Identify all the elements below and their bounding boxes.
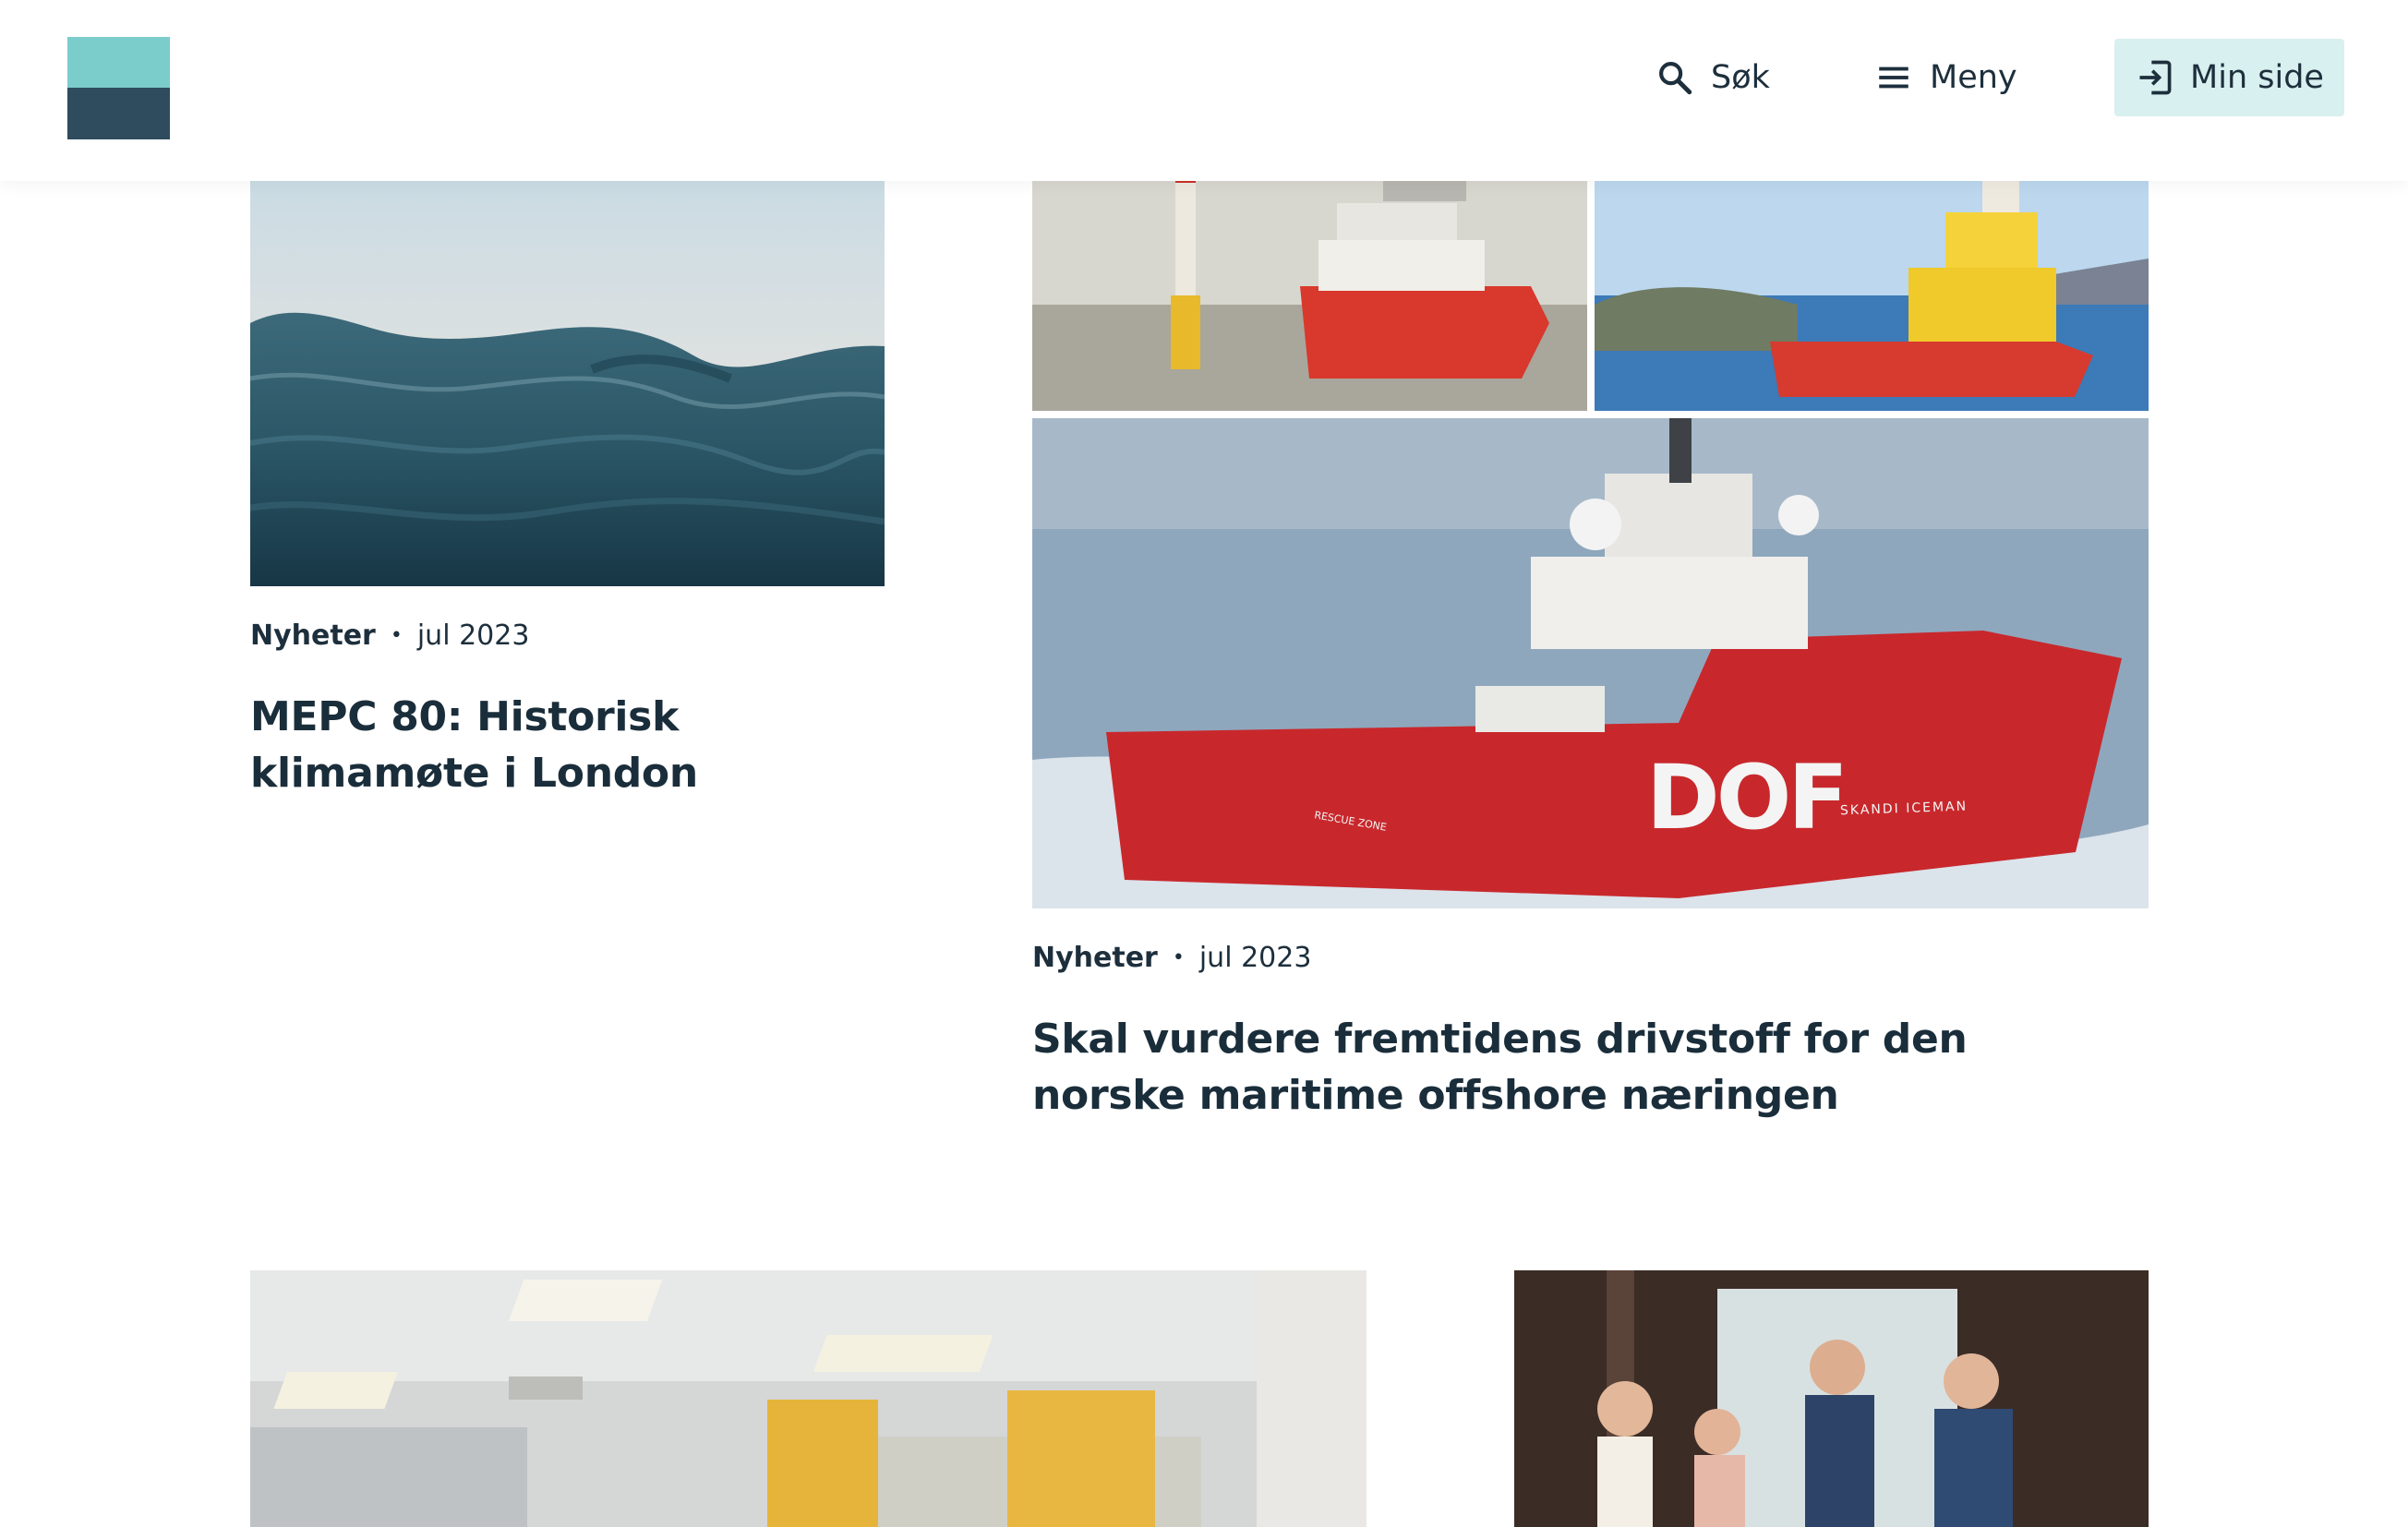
site-header: Søk Meny Min side: [0, 0, 2408, 181]
menu-label: Meny: [1930, 59, 2017, 96]
article-image-ship-yellow[interactable]: [1595, 166, 2149, 411]
search-button[interactable]: Søk: [1656, 39, 1770, 116]
login-icon: [2135, 57, 2175, 98]
ship-dof-logo: DOF: [1646, 746, 1848, 849]
article-meta: Nyheter • jul 2023: [250, 619, 530, 652]
article-title[interactable]: Skal vurdere fremtidens drivstoff for de…: [1032, 1011, 2122, 1124]
article-category[interactable]: Nyheter: [250, 619, 376, 652]
article-image-people[interactable]: [1514, 1270, 2149, 1527]
menu-icon: [1874, 58, 1913, 97]
article-date: jul 2023: [416, 619, 530, 652]
min-side-label: Min side: [2190, 59, 2324, 96]
article-image-ocean[interactable]: [250, 166, 885, 586]
article-date: jul 2023: [1198, 942, 1312, 974]
article-category[interactable]: Nyheter: [1032, 942, 1158, 974]
article-meta: Nyheter • jul 2023: [1032, 942, 1312, 974]
article-image-ships-wind[interactable]: [1032, 166, 1587, 411]
search-icon: [1656, 58, 1694, 97]
min-side-button[interactable]: Min side: [2114, 39, 2344, 116]
menu-button[interactable]: Meny: [1874, 39, 2017, 116]
article-image-office[interactable]: [250, 1270, 1367, 1527]
article-image-dof-ship[interactable]: DOF SKANDI ICEMAN RESCUE ZONE: [1032, 418, 2149, 908]
search-label: Søk: [1711, 59, 1770, 96]
article-title[interactable]: MEPC 80: Historisk klimamøte i London: [250, 689, 897, 801]
site-logo[interactable]: [67, 37, 170, 139]
